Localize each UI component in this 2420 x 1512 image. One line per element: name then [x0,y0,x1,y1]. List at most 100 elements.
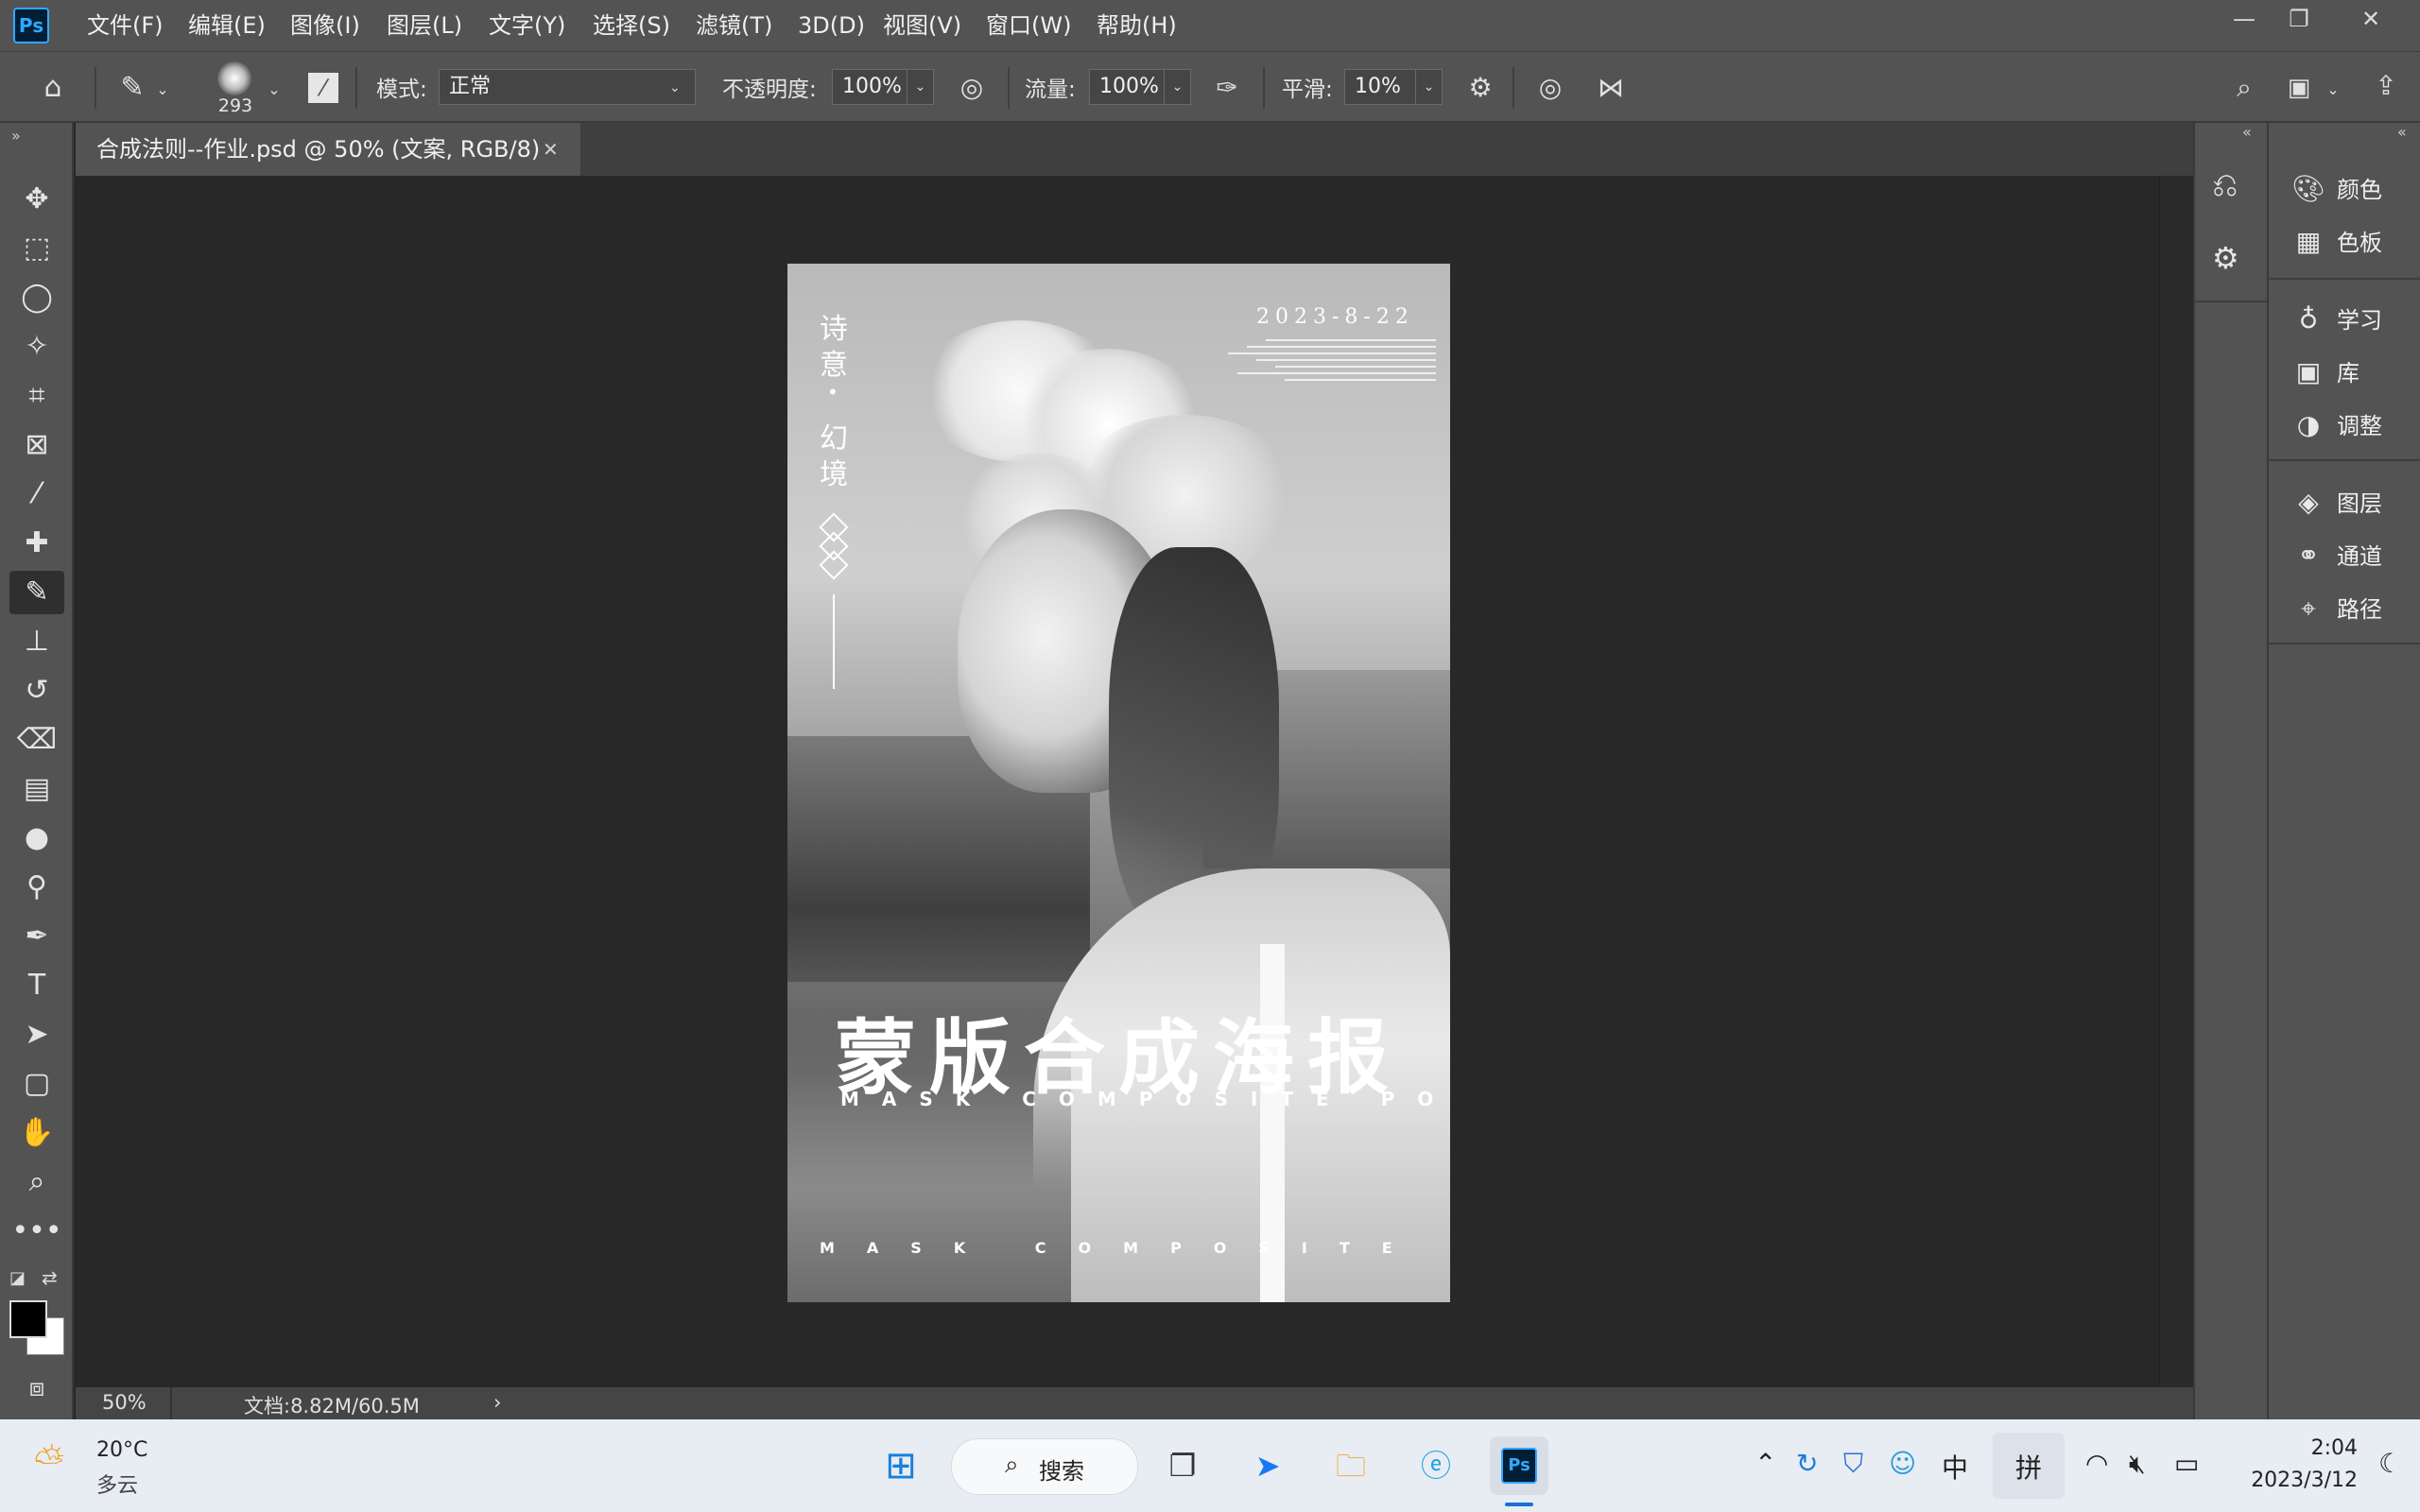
lasso-tool-icon[interactable]: ◯ [9,276,64,319]
healing-brush-tool-icon[interactable]: ✚ [9,522,64,565]
menu-help[interactable]: 帮助(H) [1097,0,1177,51]
collapse-icon[interactable]: « [2397,123,2407,141]
menu-edit[interactable]: 编辑(E) [188,0,266,51]
zoom-level[interactable]: 50% [102,1391,147,1414]
ime-mode-button[interactable]: 拼 [1993,1433,2065,1499]
document-tab[interactable]: 合成法则--作业.psd @ 50% (文案, RGB/8) ✕ [76,123,580,176]
chevron-down-icon[interactable]: ⌄ [151,69,174,111]
menu-3d[interactable]: 3D(D) [798,0,865,51]
panel-paths[interactable]: ⌖ 路径 [2290,586,2382,631]
chevron-down-icon[interactable]: ⌄ [1416,69,1443,105]
chevron-right-icon[interactable]: › [493,1391,501,1414]
menu-file[interactable]: 文件(F) [87,0,164,51]
sync-icon[interactable]: ↻ [1796,1448,1818,1479]
close-icon[interactable]: ✕ [2342,0,2399,38]
swap-colors-icon[interactable]: ⇄ [42,1266,58,1289]
share-icon[interactable]: ⇪ [2365,65,2407,107]
quick-mask-icon[interactable]: ⧈ [9,1366,64,1410]
restore-icon[interactable]: ❐ [2271,0,2327,38]
menu-layer[interactable]: 图层(L) [387,0,462,51]
panel-channels[interactable]: ⚭ 通道 [2290,533,2382,578]
shield-icon[interactable]: ⛉ [1843,1448,1863,1480]
eyedropper-tool-icon[interactable]: ⁄ [9,472,64,516]
airbrush-icon[interactable]: ✑ [1206,67,1248,109]
home-icon[interactable]: ⌂ [32,67,74,109]
qq-icon[interactable]: ☺ [1889,1448,1916,1479]
chevron-up-icon[interactable]: ⌃ [1754,1448,1776,1479]
start-icon[interactable]: ⊞ [872,1436,930,1495]
file-explorer-icon[interactable]: 🗀 [1322,1436,1380,1495]
pen-tool-icon[interactable]: ✒ [9,915,64,958]
close-tab-icon[interactable]: ✕ [543,123,559,176]
minimize-icon[interactable]: — [2216,0,2273,38]
crop-tool-icon[interactable]: ⌗ [9,374,64,418]
smoothing-input[interactable]: 10% [1344,69,1416,105]
pressure-opacity-icon[interactable]: ◎ [951,67,993,109]
taskbar-search[interactable]: ⌕ 搜索 [951,1438,1138,1495]
more-tools-icon[interactable]: ••• [9,1210,64,1253]
edge-browser-icon[interactable]: ⓔ [1407,1436,1465,1495]
brush-preview-icon[interactable] [217,61,251,95]
brush-settings-icon[interactable]: ⁄ [308,73,338,103]
clock-date[interactable]: 2023/3/12 [2231,1469,2358,1492]
wifi-icon[interactable]: ◠ [2085,1448,2108,1479]
menu-window[interactable]: 窗口(W) [986,0,1071,51]
collapse-icon[interactable]: » [11,127,21,145]
blur-tool-icon[interactable]: ● [9,816,64,860]
collapse-icon[interactable]: « [2242,123,2252,141]
brush-tool-icon[interactable]: ✎ [112,67,153,109]
panel-adjustments[interactable]: ◑ 调整 [2290,403,2382,448]
mode-select[interactable]: 正常 [439,69,696,105]
chevron-down-icon[interactable]: ⌄ [1165,69,1191,105]
frame-tool-icon[interactable]: ⊠ [9,423,64,467]
hand-tool-icon[interactable]: ✋ [9,1111,64,1155]
search-icon[interactable]: ⌕ [2223,67,2265,109]
properties-panel-icon[interactable]: ⚙ [2212,240,2239,276]
menu-image[interactable]: 图像(I) [290,0,360,51]
volume-muted-icon[interactable]: 🔇︎ [2129,1448,2146,1480]
default-colors-icon[interactable]: ◪ [9,1268,26,1288]
vertical-scrollbar[interactable] [2159,176,2192,1389]
stamp-tool-icon[interactable]: ⊥ [9,620,64,663]
menu-filter[interactable]: 滤镜(T) [696,0,772,51]
type-tool-icon[interactable]: T [9,964,64,1007]
symmetry-icon[interactable]: ⋈ [1590,67,1632,109]
battery-icon[interactable]: ▭ [2174,1448,2199,1479]
history-panel-icon[interactable]: ⎌ [2212,166,2238,204]
shape-tool-icon[interactable]: ▢ [9,1062,64,1106]
workspace-icon[interactable]: ▣ [2278,67,2320,109]
weather-icon[interactable]: ⛅︎ [34,1440,64,1484]
quick-select-tool-icon[interactable]: ✧ [9,325,64,369]
marquee-tool-icon[interactable]: ⬚ [9,227,64,270]
notification-moon-icon[interactable]: ☾ [2378,1448,2402,1479]
foreground-color-swatch[interactable] [9,1300,47,1338]
panel-layers[interactable]: ◈ 图层 [2290,480,2382,525]
feishu-app-icon[interactable]: ➤ [1238,1436,1297,1495]
panel-color[interactable]: 🎨︎ 颜色 [2290,166,2382,212]
menu-type[interactable]: 文字(Y) [489,0,565,51]
path-select-tool-icon[interactable]: ➤ [9,1013,64,1057]
move-tool-icon[interactable]: ✥ [9,178,64,221]
menu-view[interactable]: 视图(V) [883,0,961,51]
chevron-down-icon[interactable]: ⌄ [2322,69,2344,111]
gradient-tool-icon[interactable]: ▤ [9,767,64,811]
pressure-size-icon[interactable]: ◎ [1530,67,1571,109]
menu-select[interactable]: 选择(S) [593,0,670,51]
gear-icon[interactable]: ⚙ [1460,67,1501,109]
photoshop-taskbar-icon[interactable]: Ps [1490,1436,1548,1495]
panel-swatches[interactable]: ▦ 色板 [2290,219,2382,265]
panel-learn[interactable]: ♁ 学习 [2290,297,2382,342]
panel-libraries[interactable]: ▣ 库 [2290,350,2360,395]
zoom-tool-icon[interactable]: ⌕ [9,1160,64,1204]
clock-time[interactable]: 2:04 [2259,1436,2358,1460]
task-view-icon[interactable]: ❐ [1153,1436,1212,1495]
history-brush-tool-icon[interactable]: ↺ [9,669,64,713]
chevron-down-icon[interactable]: ⌄ [908,69,934,105]
dodge-tool-icon[interactable]: ⚲ [9,866,64,909]
brush-tool-icon[interactable]: ✎ [9,571,64,614]
eraser-tool-icon[interactable]: ⌫ [9,718,64,762]
flow-input[interactable]: 100% [1089,69,1165,105]
opacity-input[interactable]: 100% [832,69,908,105]
ime-language[interactable]: 中 [1942,1448,1968,1486]
chevron-down-icon[interactable]: ⌄ [263,69,285,111]
